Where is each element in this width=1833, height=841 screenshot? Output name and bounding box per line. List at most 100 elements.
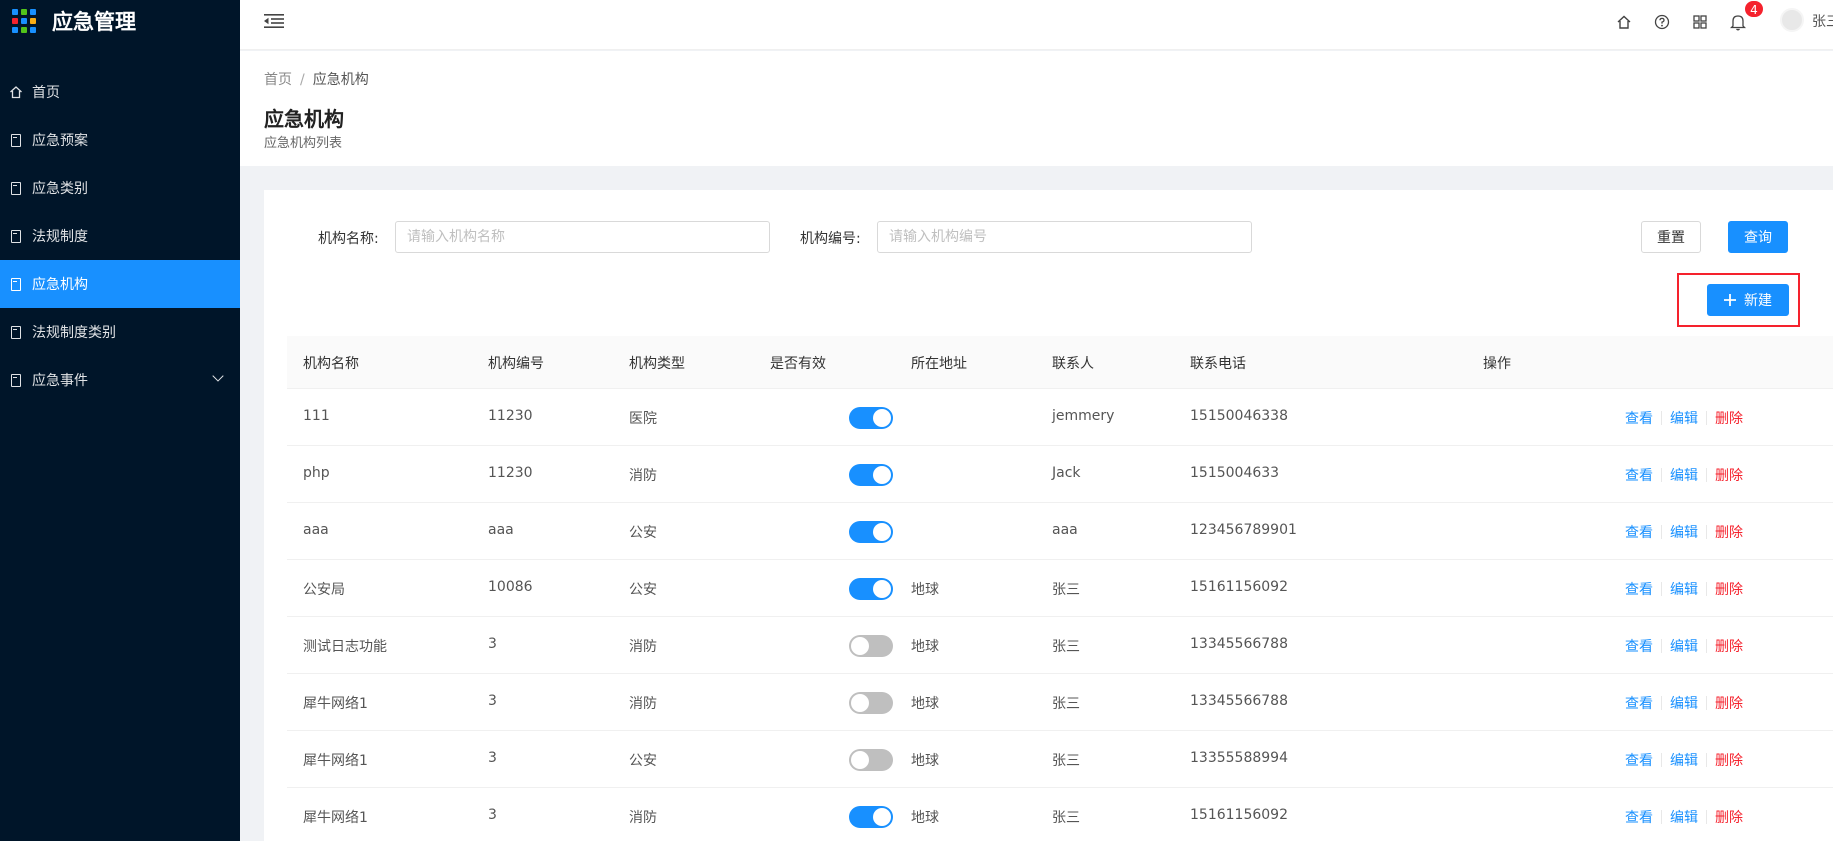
valid-toggle[interactable] [849, 635, 893, 657]
table-row: 犀牛网络1 3 公安 地球 张三 13355588994 查看 编辑 删除 [287, 731, 1833, 788]
new-button[interactable]: 新建 [1707, 284, 1789, 316]
valid-toggle[interactable] [849, 407, 893, 429]
app-title: 应急管理 [52, 10, 136, 34]
cell-phone: 13345566788 [1190, 636, 1288, 652]
view-link[interactable]: 查看 [1625, 810, 1653, 826]
valid-toggle[interactable] [849, 806, 893, 828]
table-body: 111 11230 医院 jemmery 15150046338 查看 编辑 删除 php 112… [287, 389, 1833, 841]
cell-contact: 张三 [1052, 810, 1080, 826]
delete-link[interactable]: 删除 [1715, 582, 1743, 598]
apps-icon[interactable] [1690, 12, 1710, 32]
breadcrumb-home[interactable]: 首页 [264, 72, 292, 88]
row-actions: 查看 编辑 删除 [1625, 522, 1743, 542]
cell-address: 地球 [911, 639, 939, 655]
delete-link[interactable]: 删除 [1715, 639, 1743, 655]
document-icon [8, 276, 24, 292]
edit-link[interactable]: 编辑 [1670, 582, 1698, 598]
valid-toggle[interactable] [849, 578, 893, 600]
org-code-input[interactable] [877, 221, 1252, 253]
cell-type: 公安 [629, 753, 657, 769]
sidebar-item-4[interactable]: 应急机构 [0, 260, 240, 308]
edit-link[interactable]: 编辑 [1670, 525, 1698, 541]
table-row: aaa aaa 公安 aaa 123456789901 查看 编辑 删除 [287, 503, 1833, 560]
avatar[interactable] [1780, 8, 1804, 32]
view-link[interactable]: 查看 [1625, 411, 1653, 427]
action-divider [1661, 696, 1662, 710]
cell-contact: jemmery [1052, 408, 1115, 424]
cell-name: 犀牛网络1 [303, 753, 368, 769]
cell-contact: Jack [1052, 465, 1081, 481]
sidebar-item-label: 应急事件 [32, 373, 88, 389]
delete-link[interactable]: 删除 [1715, 696, 1743, 712]
view-link[interactable]: 查看 [1625, 753, 1653, 769]
delete-link[interactable]: 删除 [1715, 753, 1743, 769]
sidebar-item-label: 首页 [32, 85, 60, 101]
valid-toggle[interactable] [849, 521, 893, 543]
edit-link[interactable]: 编辑 [1670, 696, 1698, 712]
cell-phone: 15150046338 [1190, 408, 1288, 424]
action-divider [1706, 810, 1707, 824]
sidebar-item-2[interactable]: 应急类别 [0, 164, 240, 212]
table-row: 公安局 10086 公安 地球 张三 15161156092 查看 编辑 删除 [287, 560, 1833, 617]
cell-name: 犀牛网络1 [303, 810, 368, 826]
sidebar-item-1[interactable]: 应急预案 [0, 116, 240, 164]
document-icon [8, 372, 24, 388]
edit-link[interactable]: 编辑 [1670, 411, 1698, 427]
sidebar-item-3[interactable]: 法规制度 [0, 212, 240, 260]
edit-link[interactable]: 编辑 [1670, 468, 1698, 484]
cell-phone: 15161156092 [1190, 807, 1288, 823]
delete-link[interactable]: 删除 [1715, 525, 1743, 541]
sidebar-item-label: 法规制度类别 [32, 325, 116, 341]
cell-phone: 13345566788 [1190, 693, 1288, 709]
edit-link[interactable]: 编辑 [1670, 753, 1698, 769]
table-row: php 11230 消防 Jack 1515004633 查看 编辑 删除 [287, 446, 1833, 503]
action-divider [1706, 582, 1707, 596]
row-actions: 查看 编辑 删除 [1625, 636, 1743, 656]
view-link[interactable]: 查看 [1625, 696, 1653, 712]
column-header: 操作 [1483, 356, 1511, 372]
document-icon [8, 132, 24, 148]
table-row: 犀牛网络1 3 消防 地球 张三 13345566788 查看 编辑 删除 [287, 674, 1833, 731]
edit-link[interactable]: 编辑 [1670, 639, 1698, 655]
cell-name: 公安局 [303, 582, 345, 598]
home-icon[interactable] [1614, 12, 1634, 32]
valid-toggle[interactable] [849, 464, 893, 486]
delete-link[interactable]: 删除 [1715, 468, 1743, 484]
delete-link[interactable]: 删除 [1715, 411, 1743, 427]
table-row: 111 11230 医院 jemmery 15150046338 查看 编辑 删除 [287, 389, 1833, 446]
edit-link[interactable]: 编辑 [1670, 810, 1698, 826]
app-logo[interactable]: 应急管理 [0, 0, 240, 42]
menu-fold-icon[interactable] [264, 13, 284, 29]
cell-address: 地球 [911, 810, 939, 826]
username[interactable]: 张三 [1812, 11, 1833, 31]
document-icon [8, 228, 24, 244]
cell-name: 犀牛网络1 [303, 696, 368, 712]
valid-toggle[interactable] [849, 692, 893, 714]
breadcrumb-current: 应急机构 [312, 72, 369, 88]
page-title: 应急机构 [264, 107, 344, 131]
apps-grid-icon [12, 9, 36, 33]
view-link[interactable]: 查看 [1625, 468, 1653, 484]
cell-address: 地球 [911, 696, 939, 712]
query-button[interactable]: 查询 [1728, 221, 1788, 253]
delete-link[interactable]: 删除 [1715, 810, 1743, 826]
view-link[interactable]: 查看 [1625, 582, 1653, 598]
column-header: 机构名称 [303, 356, 359, 372]
cell-contact: 张三 [1052, 696, 1080, 712]
org-name-input[interactable] [395, 221, 770, 253]
sidebar-item-5[interactable]: 法规制度类别 [0, 308, 240, 356]
sidebar-item-0[interactable]: 首页 [0, 68, 240, 116]
bell-icon[interactable] [1728, 12, 1748, 32]
notification-badge: 4 [1744, 0, 1764, 18]
sidebar-item-6[interactable]: 应急事件 [0, 356, 240, 404]
cell-code: 3 [488, 636, 497, 652]
table-row: 测试日志功能 3 消防 地球 张三 13345566788 查看 编辑 删除 [287, 617, 1833, 674]
reset-button[interactable]: 重置 [1641, 221, 1701, 253]
action-divider [1706, 639, 1707, 653]
column-header: 是否有效 [770, 356, 826, 372]
valid-toggle[interactable] [849, 749, 893, 771]
cell-phone: 15161156092 [1190, 579, 1288, 595]
help-icon[interactable] [1652, 12, 1672, 32]
view-link[interactable]: 查看 [1625, 525, 1653, 541]
view-link[interactable]: 查看 [1625, 639, 1653, 655]
